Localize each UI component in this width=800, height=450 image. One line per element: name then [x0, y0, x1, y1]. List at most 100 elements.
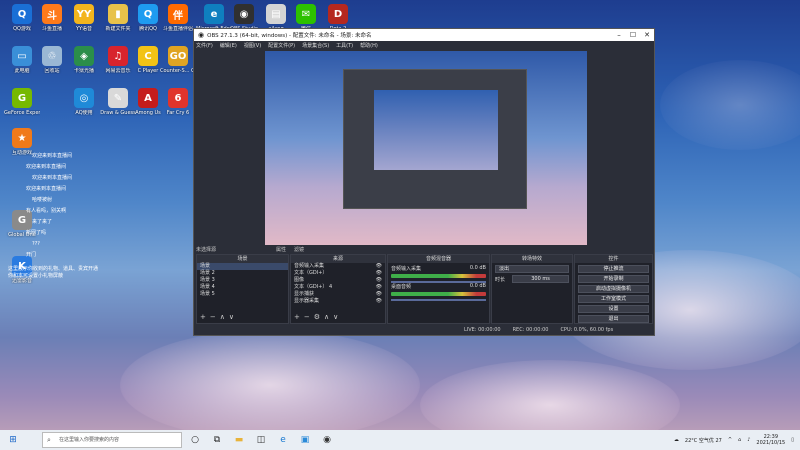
app-icon: 斗 — [42, 4, 62, 24]
control-button[interactable]: 退出 — [578, 315, 649, 323]
chat-message-text: 开门 — [26, 252, 37, 258]
desktop-icon[interactable]: ◎ AQ使用 — [66, 88, 102, 116]
volume-slider[interactable] — [391, 281, 486, 283]
desktop-icon[interactable]: G GeForce Experience — [4, 88, 40, 116]
tray-overflow-icon[interactable]: ^ — [728, 437, 732, 443]
source-item[interactable]: 文本（GDI+） 4 👁 — [291, 284, 385, 291]
mixer-db-value: 0.0 dB — [469, 283, 486, 289]
source-label: 图像 — [294, 277, 305, 283]
notification-icon[interactable]: ▯ — [791, 437, 794, 443]
scene-item[interactable]: 场景 — [197, 263, 288, 270]
desktop-icon[interactable]: 6 Far Cry 6 — [160, 88, 196, 116]
menu-item[interactable]: 帮助(H) — [360, 42, 378, 49]
menu-item[interactable]: 工具(T) — [336, 42, 353, 49]
chat-message: 有人看吗，别关啊 — [26, 205, 148, 216]
transition-select[interactable]: 淡出 — [495, 265, 569, 273]
controls-panel: 控件 停止推流 开始录制 启动虚拟摄像机 工作室模式 设置 退出 — [574, 254, 653, 324]
scenes-panel: 场景 场景 场景 2 场景 3 场景 4 场景 5 +−∧∨ — [196, 254, 289, 324]
wallpaper-cloud — [120, 330, 420, 440]
close-icon[interactable]: ✕ — [640, 31, 654, 39]
source-item[interactable]: 显示捕获 👁 — [291, 291, 385, 298]
visibility-eye-icon[interactable]: 👁 — [376, 291, 382, 298]
menu-item[interactable]: 编辑(E) — [220, 42, 237, 49]
menu-item[interactable]: 配置文件(P) — [268, 42, 295, 49]
chat-message: 欢迎来到本直播间 — [26, 161, 148, 172]
control-button[interactable]: 工作室模式 — [578, 295, 649, 303]
search-input[interactable]: ⌕ 在这里输入你要搜索的内容 — [42, 432, 182, 448]
file-explorer-icon[interactable]: ▬ — [230, 433, 248, 447]
properties-button[interactable]: 属性 — [276, 246, 286, 253]
volume-meter — [391, 274, 486, 278]
control-button[interactable]: 开始录制 — [578, 275, 649, 283]
control-button[interactable]: 启动虚拟摄像机 — [578, 285, 649, 293]
menu-item[interactable]: 视图(V) — [244, 42, 261, 49]
mixer-db-value: 0.0 dB — [469, 265, 486, 271]
visibility-eye-icon[interactable]: 👁 — [376, 263, 382, 270]
app-icon: ✎ — [108, 88, 128, 108]
desktop-icon[interactable]: ♲ 回收站 — [34, 46, 70, 74]
app-icon: ♲ — [42, 46, 62, 66]
preview-canvas[interactable] — [265, 51, 587, 245]
visibility-eye-icon[interactable]: 👁 — [376, 298, 382, 305]
volume-slider[interactable] — [391, 299, 486, 301]
obs-window[interactable]: ◉ OBS 27.1.3 (64-bit, windows) - 配置文件: 未… — [193, 28, 655, 336]
maximize-icon[interactable]: ☐ — [626, 31, 640, 39]
chat-message: 开门 — [26, 249, 148, 260]
weather-text: 22°C 空气优 27 — [684, 437, 722, 444]
menu-item[interactable]: 场景集合(S) — [302, 42, 329, 49]
desktop-icon[interactable]: GO Counter-S... Global Off... — [160, 46, 196, 74]
source-item[interactable]: 显示器采集 👁 — [291, 298, 385, 305]
volume-icon[interactable]: ♪ — [747, 437, 750, 443]
chat-message: ??? — [32, 238, 148, 249]
visibility-eye-icon[interactable]: 👁 — [376, 270, 382, 277]
scenes-toolbar[interactable]: +−∧∨ — [200, 313, 238, 321]
nested-preview-screen — [374, 90, 498, 170]
scene-item[interactable]: 场景 3 — [197, 277, 288, 284]
desktop-icon[interactable]: YY YY语音 — [66, 4, 102, 32]
app-icon[interactable]: ▣ — [296, 433, 314, 447]
scene-item[interactable]: 场景 2 — [197, 270, 288, 277]
status-bar: LIVE: 00:00:00 REC: 00:00:00 CPU: 0.0%, … — [194, 325, 654, 335]
desktop-icon[interactable]: ◈ 卡狱光播 — [66, 46, 102, 74]
windows-start-icon[interactable]: ⊞ — [4, 433, 22, 447]
source-item[interactable]: 图像 👁 — [291, 277, 385, 284]
visibility-eye-icon[interactable]: 👁 — [376, 284, 382, 291]
sources-toolbar[interactable]: +−⚙∧∨ — [294, 313, 342, 321]
duration-input[interactable]: 300 ms — [512, 275, 569, 283]
store-icon[interactable]: ◫ — [252, 433, 270, 447]
network-icon[interactable]: ⌂ — [738, 437, 741, 443]
source-item[interactable]: 文本（GDI+） 👁 — [291, 270, 385, 277]
cortana-icon[interactable]: ○ — [186, 433, 204, 447]
chat-message-text: 欢迎来到本直播间 — [26, 186, 67, 192]
visibility-eye-icon[interactable]: 👁 — [376, 277, 382, 284]
app-icon: YY — [74, 4, 94, 24]
app-icon: D — [328, 4, 348, 24]
system-tray: ☁ 22°C 空气优 27 ^ ⌂ ♪ 22:39 2021/10/15 ▯ — [674, 434, 800, 446]
edge-icon[interactable]: e — [274, 433, 292, 447]
menu-bar: 文件(F) 编辑(E) 视图(V) 配置文件(P) 场景集合(S) 工具(T) 帮助(H) — [194, 41, 654, 50]
source-item[interactable]: 音频输入采集 👁 — [291, 263, 385, 270]
obs-logo-icon: ◉ — [198, 31, 205, 39]
live-status: LIVE: 00:00:00 — [464, 327, 501, 333]
app-icon: C — [138, 46, 158, 66]
scene-item[interactable]: 场景 4 — [197, 284, 288, 291]
desktop-icon-label: 回收站 — [44, 68, 60, 74]
task-view-icon[interactable]: ⧉ — [208, 433, 226, 447]
filters-button[interactable]: 滤镜 — [294, 246, 304, 253]
source-label: 音频输入采集 — [294, 263, 325, 269]
mixer-header: 音频混音器 — [388, 255, 489, 263]
mixer-channel-label: 音频输入采集 — [391, 266, 422, 272]
chat-message: 欢迎来到本直播间 — [32, 172, 148, 183]
scenes-header: 场景 — [197, 255, 288, 263]
obs-taskbar-icon[interactable]: ◉ — [318, 433, 336, 447]
menu-item[interactable]: 文件(F) — [196, 42, 213, 49]
obs-titlebar[interactable]: ◉ OBS 27.1.3 (64-bit, windows) - 配置文件: 未… — [194, 29, 654, 41]
control-button[interactable]: 设置 — [578, 305, 649, 313]
minimize-icon[interactable]: – — [612, 31, 626, 39]
clock[interactable]: 22:39 2021/10/15 — [756, 434, 785, 446]
control-button[interactable]: 停止推流 — [578, 265, 649, 273]
app-icon: GO — [168, 46, 188, 66]
desktop-icon[interactable]: 伴斗鱼直播伴侣 — [160, 4, 196, 32]
scene-item[interactable]: 场景 5 — [197, 291, 288, 298]
desktop-icon[interactable]: 斗斗鱼直播 — [34, 4, 70, 32]
